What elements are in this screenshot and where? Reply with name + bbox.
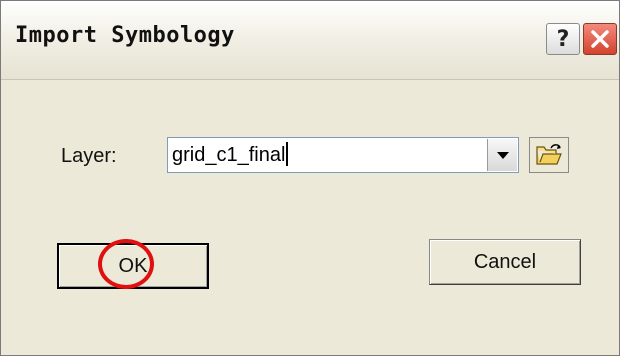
text-caret — [286, 142, 289, 166]
import-symbology-dialog: Import Symbology ? Layer: grid_c1_final … — [0, 0, 620, 356]
open-folder-icon — [536, 144, 562, 165]
layer-value-text: grid_c1_final — [172, 144, 286, 166]
layer-label: Layer: — [61, 145, 117, 167]
close-button[interactable] — [583, 23, 617, 55]
close-x-icon — [591, 30, 609, 48]
help-button[interactable]: ? — [546, 23, 580, 55]
chevron-down-icon — [496, 152, 509, 159]
layer-combobox[interactable]: grid_c1_final — [167, 137, 519, 173]
cancel-button[interactable]: Cancel — [429, 239, 581, 285]
layer-dropdown-button[interactable] — [487, 139, 517, 171]
ok-button[interactable]: OK — [57, 243, 209, 289]
title-bar[interactable]: Import Symbology ? — [1, 1, 619, 80]
browse-layer-button[interactable] — [529, 137, 569, 173]
question-mark-icon: ? — [556, 26, 570, 52]
cancel-button-label: Cancel — [473, 250, 537, 273]
window-title: Import Symbology — [15, 23, 235, 48]
ok-button-label: OK — [118, 254, 148, 277]
layer-input[interactable]: grid_c1_final — [172, 142, 289, 168]
